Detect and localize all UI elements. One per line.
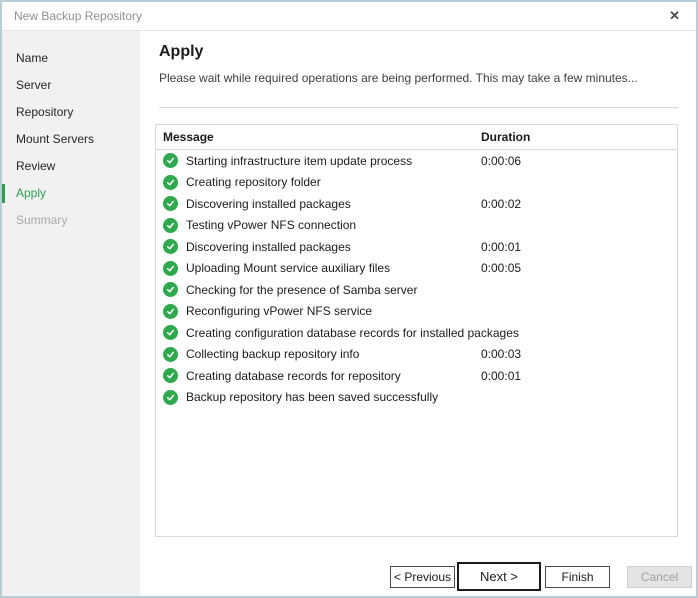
operation-message: Uploading Mount service auxiliary files [186, 261, 390, 275]
operation-duration: 0:00:03 [481, 347, 521, 361]
operations-table: Message Duration Starting infrastructure… [155, 124, 678, 537]
sidebar-item-summary: Summary [2, 207, 140, 234]
sidebar-item-label: Summary [16, 213, 67, 227]
sidebar-item-label: Apply [16, 186, 46, 200]
operations-list: Starting infrastructure item update proc… [156, 150, 677, 408]
operation-row[interactable]: Reconfiguring vPower NFS service [156, 301, 677, 323]
check-circle-icon [163, 196, 178, 211]
check-circle-icon [163, 175, 178, 190]
sidebar-item-label: Mount Servers [16, 132, 94, 146]
operation-row[interactable]: Creating database records for repository… [156, 365, 677, 387]
main-content: Apply Please wait while required operati… [140, 31, 696, 596]
previous-button[interactable]: < Previous [390, 566, 455, 588]
operation-duration: 0:00:05 [481, 261, 521, 275]
cancel-button: Cancel [627, 566, 692, 588]
check-circle-icon [163, 368, 178, 383]
finish-button[interactable]: Finish [545, 566, 610, 588]
sidebar-item-server[interactable]: Server [2, 72, 140, 99]
sidebar-item-label: Server [16, 78, 51, 92]
operation-message: Creating configuration database records … [186, 326, 519, 340]
page-title: Apply [159, 43, 203, 61]
operation-duration: 0:00:02 [481, 197, 521, 211]
column-header-duration: Duration [481, 125, 530, 149]
check-circle-icon [163, 304, 178, 319]
operation-message: Checking for the presence of Samba serve… [186, 283, 417, 297]
operation-row[interactable]: Checking for the presence of Samba serve… [156, 279, 677, 301]
page-subtitle: Please wait while required operations ar… [159, 71, 638, 85]
check-circle-icon [163, 282, 178, 297]
operation-row[interactable]: Collecting backup repository info 0:00:0… [156, 344, 677, 366]
close-icon[interactable]: ✕ [669, 2, 680, 30]
operation-row[interactable]: Uploading Mount service auxiliary files … [156, 258, 677, 280]
operation-message: Creating repository folder [186, 175, 321, 189]
operation-message: Reconfiguring vPower NFS service [186, 304, 372, 318]
operation-row[interactable]: Creating repository folder [156, 172, 677, 194]
operation-message: Collecting backup repository info [186, 347, 359, 361]
operation-duration: 0:00:01 [481, 369, 521, 383]
table-header: Message Duration [156, 125, 677, 150]
check-circle-icon [163, 218, 178, 233]
check-circle-icon [163, 261, 178, 276]
sidebar-item-mount-servers[interactable]: Mount Servers [2, 126, 140, 153]
sidebar-item-label: Repository [16, 105, 73, 119]
operation-message: Discovering installed packages [186, 197, 351, 211]
window-title: New Backup Repository [14, 2, 142, 30]
operation-row[interactable]: Discovering installed packages 0:00:01 [156, 236, 677, 258]
column-header-message: Message [163, 125, 214, 149]
operation-row[interactable]: Discovering installed packages 0:00:02 [156, 193, 677, 215]
sidebar-item-name[interactable]: Name [2, 45, 140, 72]
wizard-steps-sidebar: Name Server Repository Mount Servers Rev… [2, 31, 140, 596]
check-circle-icon [163, 347, 178, 362]
operation-duration: 0:00:01 [481, 240, 521, 254]
operation-message: Discovering installed packages [186, 240, 351, 254]
divider [159, 107, 678, 108]
new-backup-repository-window: New Backup Repository ✕ Name Server Repo… [0, 0, 698, 598]
next-button[interactable]: Next > [457, 562, 541, 591]
operation-message: Starting infrastructure item update proc… [186, 154, 412, 168]
titlebar: New Backup Repository ✕ [2, 2, 696, 31]
operation-duration: 0:00:06 [481, 154, 521, 168]
operation-row[interactable]: Testing vPower NFS connection [156, 215, 677, 237]
check-circle-icon [163, 239, 178, 254]
operation-message: Testing vPower NFS connection [186, 218, 356, 232]
sidebar-item-repository[interactable]: Repository [2, 99, 140, 126]
check-circle-icon [163, 390, 178, 405]
sidebar-item-apply[interactable]: Apply [2, 180, 140, 207]
operation-message: Creating database records for repository [186, 369, 401, 383]
check-circle-icon [163, 325, 178, 340]
operation-row[interactable]: Starting infrastructure item update proc… [156, 150, 677, 172]
sidebar-item-label: Name [16, 51, 48, 65]
sidebar-item-label: Review [16, 159, 55, 173]
sidebar-item-review[interactable]: Review [2, 153, 140, 180]
operation-row[interactable]: Creating configuration database records … [156, 322, 677, 344]
operation-row[interactable]: Backup repository has been saved success… [156, 387, 677, 409]
operation-message: Backup repository has been saved success… [186, 390, 438, 404]
check-circle-icon [163, 153, 178, 168]
